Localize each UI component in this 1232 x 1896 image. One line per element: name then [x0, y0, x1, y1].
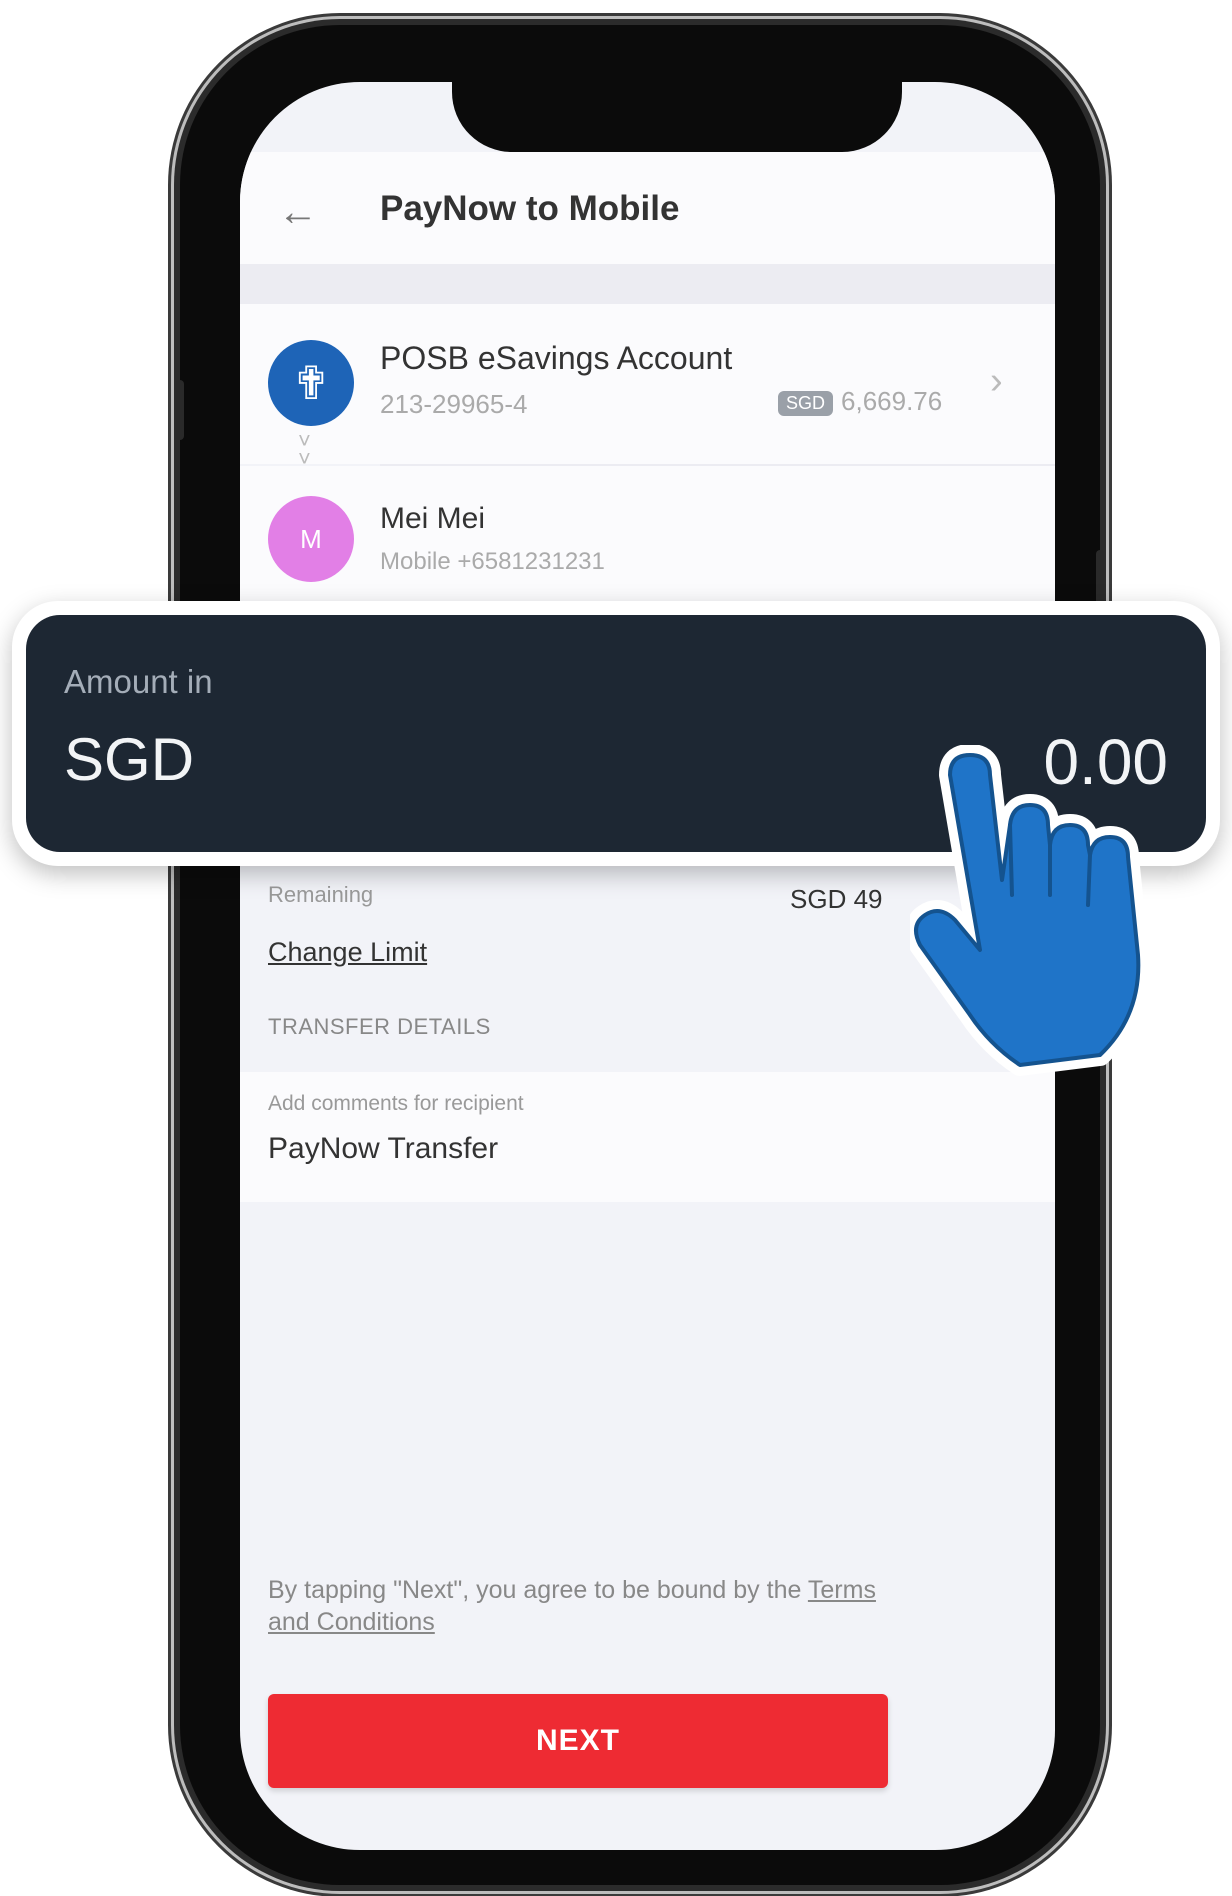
comments-label: Add comments for recipient [268, 1092, 524, 1115]
balance-value: 6,669.76 [841, 386, 943, 416]
payee-row [240, 466, 1055, 616]
next-button[interactable]: NEXT [268, 1694, 888, 1788]
payee-name: Mei Mei [380, 502, 486, 535]
terms-notice: By tapping "Next", you agree to be bound… [268, 1574, 908, 1638]
notch [452, 82, 902, 152]
back-arrow-icon[interactable]: ← [278, 192, 318, 232]
amount-label: Amount in [64, 663, 213, 700]
from-account-row[interactable] [240, 304, 1055, 464]
change-limit-link[interactable]: Change Limit [268, 937, 427, 968]
account-number: 213-29965-4 [380, 389, 528, 419]
remaining-label: Remaining [268, 882, 374, 907]
remaining-value: SGD 49 [790, 884, 883, 914]
transfer-arrows-icon: ˅ ˅ [298, 428, 311, 471]
divider [240, 264, 1055, 304]
currency-badge: SGD [778, 390, 834, 416]
page-title: PayNow to Mobile [380, 189, 680, 228]
amount-currency: SGD [64, 726, 195, 793]
pointing-hand-icon [910, 745, 1150, 1076]
account-balance: SGD 6,669.76 [778, 386, 942, 417]
terms-text: By tapping "Next", you agree to be bound… [268, 1576, 808, 1604]
payee-mobile: Mobile +6581231231 [380, 548, 605, 575]
chevron-right-icon[interactable]: › [990, 360, 1003, 403]
side-button [176, 380, 184, 440]
payee-avatar: M [268, 496, 354, 582]
posb-logo-icon: ✟ [268, 340, 354, 426]
account-name: POSB eSavings Account [380, 340, 733, 376]
comments-input[interactable]: PayNow Transfer [268, 1132, 498, 1166]
transfer-details-heading: TRANSFER DETAILS [268, 1014, 491, 1039]
